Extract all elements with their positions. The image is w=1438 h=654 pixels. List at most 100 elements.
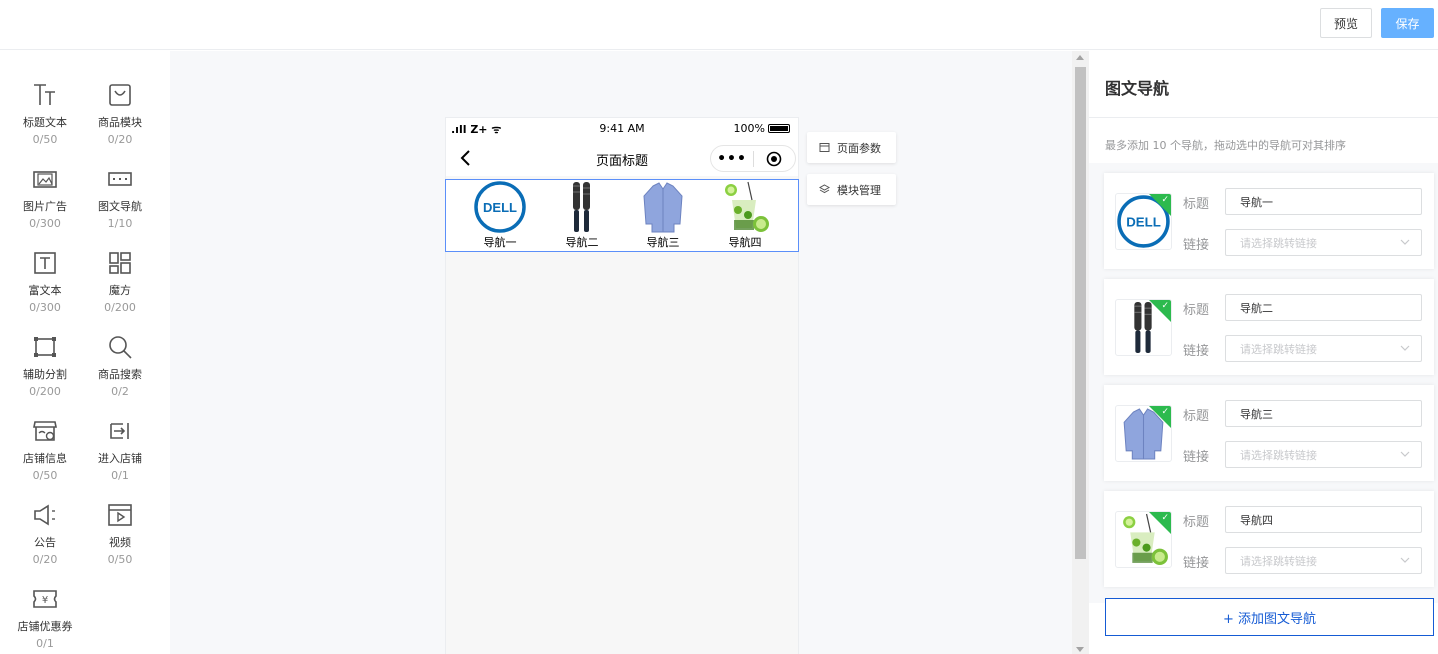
checkmark-icon: ✓ — [1161, 513, 1169, 523]
component-divider[interactable]: 辅助分割 0/200 — [10, 327, 80, 401]
settings-panel: 图文导航 最多添加 10 个导航，拖动选中的导航可对其排序 ✓ 标题 导航一 链… — [1089, 51, 1438, 654]
preview-button[interactable]: 预览 — [1320, 8, 1372, 38]
divider-icon — [10, 327, 80, 367]
lime-cocktail-image — [718, 180, 772, 234]
settings-title: 图文导航 — [1105, 79, 1170, 98]
canvas-scrollbar[interactable] — [1072, 51, 1089, 654]
link-select[interactable]: 请选择跳转链接 — [1225, 335, 1422, 362]
nav-item-label: 导航三 — [646, 236, 680, 249]
nav-item-label: 导航二 — [565, 236, 599, 249]
mini-program-capsule: ••• — [710, 145, 796, 172]
component-image-nav[interactable]: 图文导航 1/10 — [85, 159, 155, 233]
image-nav-icon — [85, 159, 155, 199]
title-input[interactable]: 导航一 — [1225, 188, 1422, 215]
component-name: 图文导航 — [98, 200, 142, 213]
blue-shirt-image — [636, 180, 690, 234]
title-label: 标题 — [1183, 515, 1210, 530]
component-name: 富文本 — [28, 284, 62, 297]
component-name: 商品模块 — [98, 116, 142, 129]
link-label: 链接 — [1183, 238, 1210, 253]
battery-percent: 100% — [733, 122, 765, 135]
chevron-down-icon — [1400, 345, 1410, 351]
dell-logo-image — [473, 180, 527, 234]
nav-item-card[interactable]: ✓ 标题 导航三 链接 请选择跳转链接 — [1104, 385, 1434, 481]
link-label: 链接 — [1183, 344, 1210, 359]
component-count: 0/200 — [104, 301, 136, 314]
more-dots-icon[interactable]: ••• — [711, 151, 753, 167]
title-input[interactable]: 导航二 — [1225, 294, 1422, 321]
nav-item-image[interactable]: ✓ — [1115, 405, 1172, 462]
nav-item-card[interactable]: ✓ 标题 导航二 链接 请选择跳转链接 — [1104, 279, 1434, 375]
component-count: 1/10 — [107, 217, 133, 230]
nav-item-image[interactable]: ✓ — [1115, 193, 1172, 250]
component-store-info[interactable]: 店铺信息 0/50 — [10, 411, 80, 485]
hair-brush-image — [555, 180, 609, 234]
nav-item-image[interactable]: ✓ — [1115, 299, 1172, 356]
chevron-down-icon — [1400, 557, 1410, 563]
nav-item-card[interactable]: ✓ 标题 导航四 链接 请选择跳转链接 — [1104, 491, 1434, 587]
title-input[interactable]: 导航四 — [1225, 506, 1422, 533]
nav-item-label: 导航一 — [483, 236, 517, 249]
divider — [1089, 117, 1438, 118]
nav-item[interactable]: 导航二 — [551, 180, 613, 250]
component-goods-search[interactable]: 商品搜索 0/2 — [85, 327, 155, 401]
editor-canvas: .ıll Z+ ᯤ 9:41 AM 100% 页面标题 ••• 导航一 导航二 … — [170, 51, 1072, 654]
component-name: 标题文本 — [23, 116, 67, 129]
nav-item[interactable]: 导航四 — [714, 180, 776, 250]
component-count: 0/50 — [32, 469, 58, 482]
link-select[interactable]: 请选择跳转链接 — [1225, 441, 1422, 468]
title-label: 标题 — [1183, 409, 1210, 424]
scroll-up-icon[interactable] — [1076, 55, 1084, 60]
tab-label: 模块管理 — [837, 183, 881, 197]
enter-store-icon — [85, 411, 155, 451]
component-rich-text[interactable]: 富文本 0/300 — [10, 243, 80, 317]
save-button[interactable]: 保存 — [1381, 8, 1434, 38]
component-announcement[interactable]: 公告 0/20 — [10, 495, 80, 569]
tab-page-settings[interactable]: 页面参数 — [807, 132, 896, 163]
phone-preview: .ıll Z+ ᯤ 9:41 AM 100% 页面标题 ••• 导航一 导航二 … — [445, 117, 799, 654]
component-count: 0/50 — [107, 553, 133, 566]
nav-item[interactable]: 导航三 — [632, 180, 694, 250]
link-select[interactable]: 请选择跳转链接 — [1225, 547, 1422, 574]
component-enter-store[interactable]: 进入店铺 0/1 — [85, 411, 155, 485]
component-count: 0/2 — [111, 385, 129, 398]
link-placeholder: 请选择跳转链接 — [1240, 554, 1317, 568]
link-select[interactable]: 请选择跳转链接 — [1225, 229, 1422, 256]
nav-item[interactable]: 导航一 — [469, 180, 531, 250]
component-count: 0/1 — [111, 469, 129, 482]
tab-label: 页面参数 — [837, 141, 881, 155]
add-image-nav-button[interactable]: + 添加图文导航 — [1105, 598, 1434, 636]
component-name: 商品搜索 — [98, 368, 142, 381]
component-goods[interactable]: 商品模块 0/20 — [85, 75, 155, 149]
phone-nav-bar: 页面标题 ••• — [446, 140, 798, 176]
search-icon — [85, 327, 155, 367]
component-name: 进入店铺 — [98, 452, 142, 465]
component-video[interactable]: 视频 0/50 — [85, 495, 155, 569]
layers-icon — [819, 184, 830, 194]
phone-status-bar: .ıll Z+ ᯤ 9:41 AM 100% — [446, 118, 798, 140]
component-panel: 标题文本 0/50 商品模块 0/20 图片广告 0/300 图文导航 1/10… — [0, 51, 170, 654]
scroll-down-icon[interactable] — [1076, 647, 1084, 652]
tab-module-manage[interactable]: 模块管理 — [807, 174, 896, 205]
component-image-ad[interactable]: 图片广告 0/300 — [10, 159, 80, 233]
link-placeholder: 请选择跳转链接 — [1240, 342, 1317, 356]
component-name: 店铺信息 — [23, 452, 67, 465]
component-coupon[interactable]: ¥ 店铺优惠券 0/1 — [10, 579, 80, 653]
component-title-text[interactable]: 标题文本 0/50 — [10, 75, 80, 149]
component-name: 图片广告 — [23, 200, 67, 213]
component-cube[interactable]: 魔方 0/200 — [85, 243, 155, 317]
component-count: 0/50 — [32, 133, 58, 146]
image-nav-module[interactable]: 导航一 导航二 导航三 导航四 — [445, 179, 799, 252]
nav-item-card[interactable]: ✓ 标题 导航一 链接 请选择跳转链接 — [1104, 173, 1434, 269]
close-target-icon[interactable] — [754, 151, 795, 167]
checkmark-icon: ✓ — [1161, 195, 1169, 205]
cube-layout-icon — [85, 243, 155, 283]
component-count: 0/300 — [29, 301, 61, 314]
nav-item-image[interactable]: ✓ — [1115, 511, 1172, 568]
checkmark-icon: ✓ — [1161, 407, 1169, 417]
title-input[interactable]: 导航三 — [1225, 400, 1422, 427]
nav-item-list: ✓ 标题 导航一 链接 请选择跳转链接 ✓ 标题 导航二 链接 请选择跳转链接 — [1089, 163, 1438, 603]
page-settings-icon — [819, 143, 830, 152]
scrollbar-thumb[interactable] — [1075, 67, 1086, 559]
component-count: 0/20 — [107, 133, 133, 146]
